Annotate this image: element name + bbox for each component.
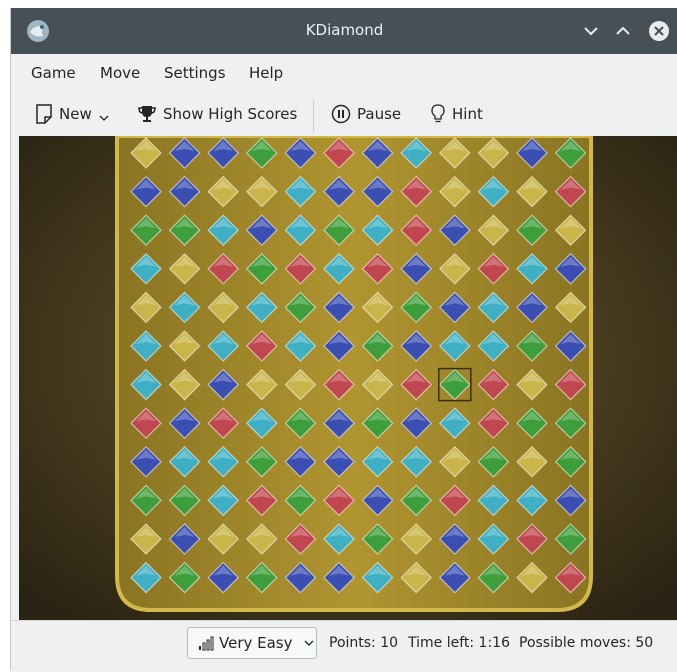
toolbar-separator [313,100,314,132]
chevron-up-icon[interactable] [612,20,634,42]
toolbar: New Show High Scores Pause Hint [11,92,677,136]
menu-settings[interactable]: Settings [164,64,226,82]
new-button-label: New [59,105,92,123]
chevron-down-icon [304,640,313,646]
show-high-scores-button[interactable]: Show High Scores [137,100,297,128]
new-game-button[interactable]: New [35,100,110,128]
chevron-down-icon[interactable] [98,113,110,123]
game-board[interactable] [19,136,677,620]
menu-game[interactable]: Game [31,64,76,82]
menu-bar: Game Move Settings Help [11,54,677,92]
pause-button[interactable]: Pause [331,100,401,128]
close-icon[interactable] [648,20,670,42]
signal-bars-icon [199,636,214,651]
trophy-icon [138,106,156,122]
new-document-icon [36,104,52,124]
hint-label: Hint [452,105,483,123]
points-label: Points: 10 [329,635,399,651]
pause-icon [331,104,351,124]
title-bar[interactable]: KDiamond [11,8,677,54]
menu-help[interactable]: Help [249,64,283,82]
kdiamond-window: KDiamond Game Move Settings Help New Sho… [10,8,677,672]
high-scores-label: Show High Scores [163,105,298,123]
chevron-down-icon[interactable] [580,20,602,42]
menu-move[interactable]: Move [100,64,140,82]
time-left-label: Time left: 1:16 [408,635,510,651]
hint-button[interactable]: Hint [430,100,483,128]
board-canvas[interactable] [19,136,677,620]
pause-label: Pause [357,105,402,123]
status-bar: Very Easy Points: 10 Time left: 1:16 Pos… [11,620,677,672]
difficulty-select[interactable]: Very Easy [187,627,317,659]
lightbulb-icon [431,104,445,123]
possible-moves-label: Possible moves: 50 [519,635,654,651]
difficulty-value: Very Easy [219,634,293,652]
window-title: KDiamond [305,21,384,39]
